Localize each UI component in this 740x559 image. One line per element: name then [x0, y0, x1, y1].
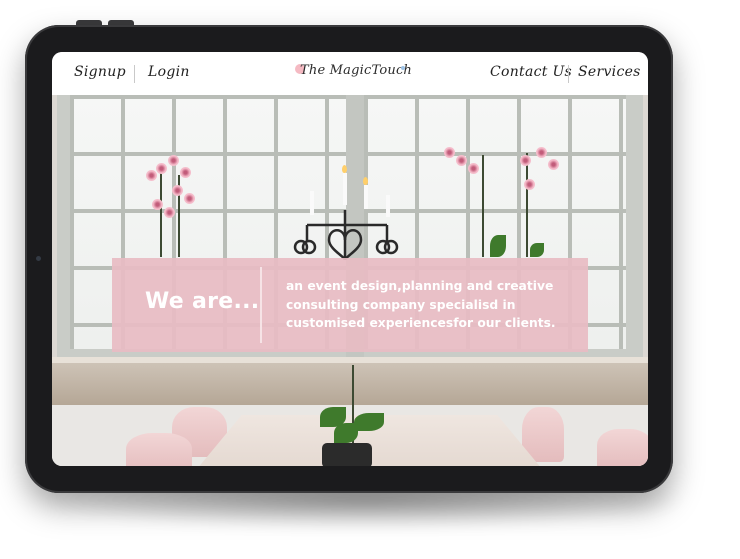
chair: [597, 429, 648, 466]
candle: [343, 173, 347, 205]
orchid-leaf: [490, 235, 506, 257]
orchid-flower: [468, 163, 479, 174]
camera: [36, 256, 41, 261]
signup-link[interactable]: Signup: [74, 64, 126, 80]
orchid-flower: [456, 155, 467, 166]
logo-sparkle-icon: [401, 66, 405, 70]
orchid-flower: [548, 159, 559, 170]
orchid-flower: [180, 167, 191, 178]
chair: [126, 433, 192, 466]
tagline-line: customised experiencesfor our clients.: [286, 316, 556, 330]
nav-divider: [568, 65, 569, 83]
orchid-flower: [156, 163, 167, 174]
orchid-flower: [164, 207, 175, 218]
vase: [322, 443, 372, 466]
screen: Signup Login The MagicTouch Contact Us S…: [52, 52, 648, 466]
orchid-leaf: [334, 423, 358, 443]
candle-flame: [342, 165, 347, 173]
tagline-line: consulting company specialisd in: [286, 297, 516, 312]
orchid-flower: [184, 193, 195, 204]
candelabra: [293, 210, 399, 261]
nav-divider: [134, 65, 135, 83]
top-nav: Signup Login The MagicTouch Contact Us S…: [52, 52, 648, 95]
orchid-stem: [526, 153, 528, 257]
orchid-leaf: [530, 243, 544, 257]
candle-flame: [363, 177, 368, 185]
window-sill: [52, 357, 648, 405]
orchid-stem: [482, 155, 484, 257]
contact-us-link[interactable]: Contact Us: [490, 64, 572, 80]
services-link[interactable]: Services: [578, 64, 641, 80]
tagline-line: an event design,planning and creative: [286, 279, 554, 293]
hero-banner: We are... an event design,planning and c…: [112, 258, 588, 352]
window-sill-edge: [52, 357, 648, 363]
hero-headline: We are...: [145, 289, 260, 314]
login-link[interactable]: Login: [148, 64, 190, 80]
orchid-flower: [172, 185, 183, 196]
orchid-stem: [160, 165, 162, 257]
orchid-flower: [146, 170, 157, 181]
orchid-flower: [152, 199, 163, 210]
orchid-leaf: [354, 413, 384, 431]
orchid-flower: [444, 147, 455, 158]
orchid-flower: [536, 147, 547, 158]
hero-tagline: an event design,planning and creative co…: [286, 277, 576, 333]
orchid-flower: [524, 179, 535, 190]
banner-divider: [260, 267, 262, 343]
orchid-flower: [520, 155, 531, 166]
brand-logo[interactable]: The MagicTouch: [300, 63, 412, 78]
orchid-flower: [168, 155, 179, 166]
